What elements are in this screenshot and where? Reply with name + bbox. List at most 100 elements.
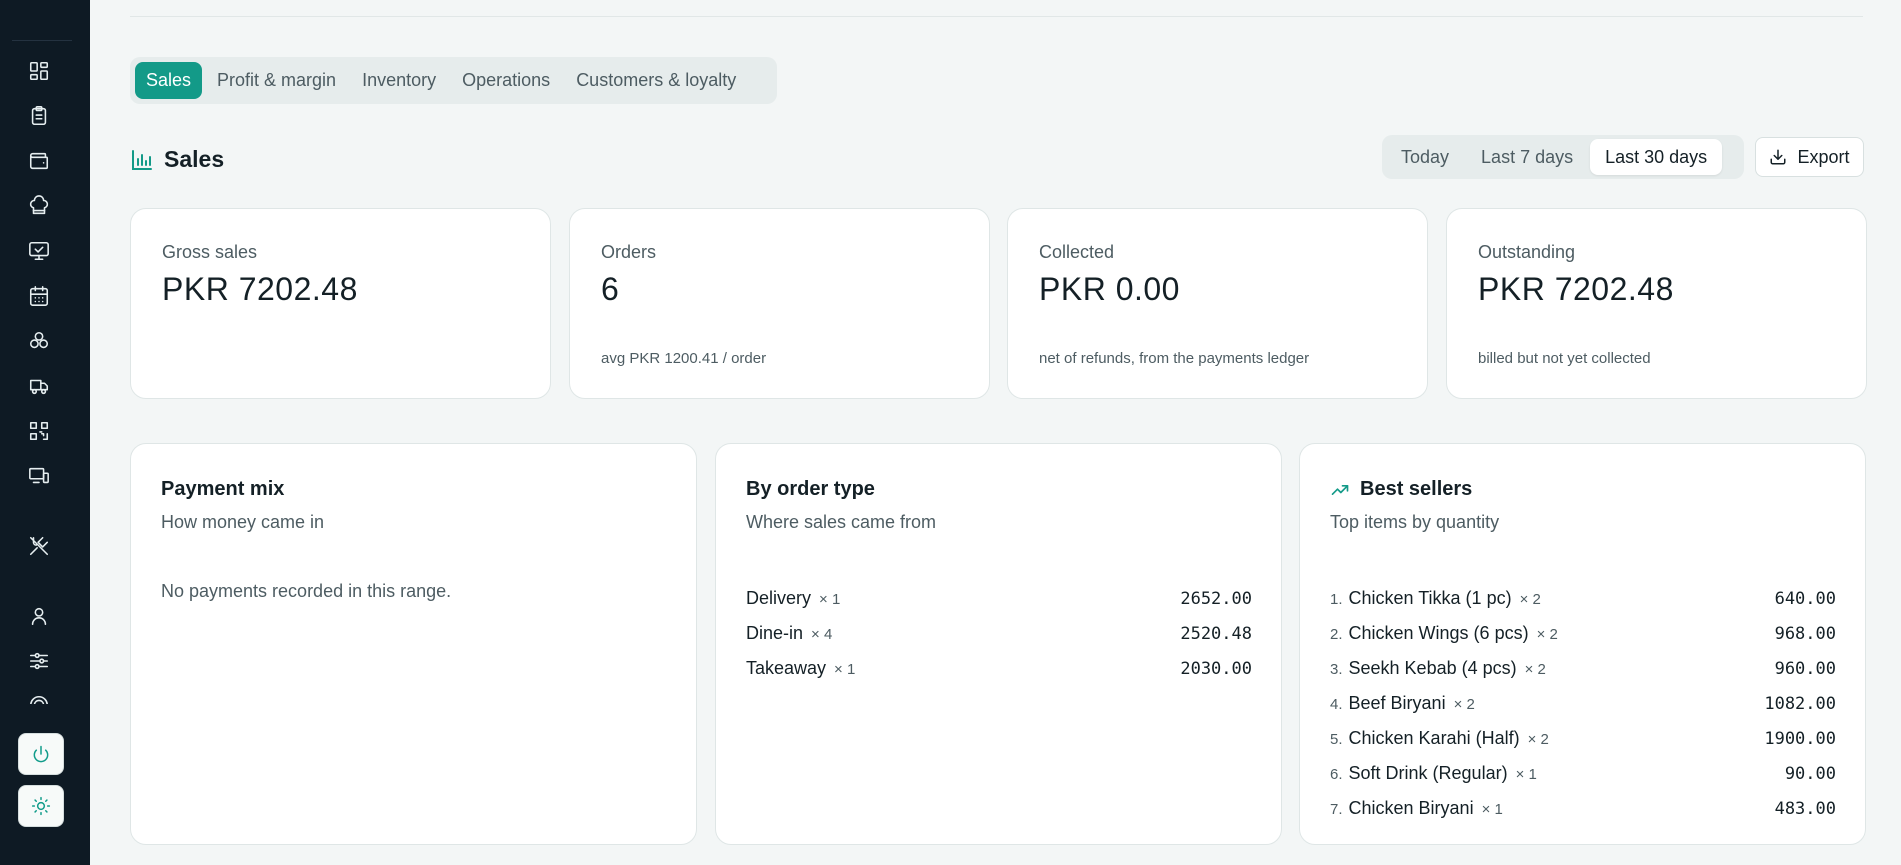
item-amount: 90.00 <box>1784 763 1836 784</box>
kpi-label: Orders <box>601 242 657 262</box>
item-name: Chicken Biryani <box>1348 798 1474 818</box>
item-qty: × 2 <box>1519 591 1541 608</box>
boxes-icon[interactable] <box>27 329 51 353</box>
truck-icon[interactable] <box>27 374 51 398</box>
tab-customers-loyalty[interactable]: Customers & loyalty <box>565 62 747 99</box>
item-qty: × 1 <box>834 661 856 678</box>
empty-state: No payments recorded in this range. <box>161 581 452 601</box>
kpi-sub: net of refunds, from the payments ledger <box>1039 350 1310 367</box>
item-name: Takeaway <box>746 658 827 678</box>
item-amount: 2030.00 <box>1180 658 1252 679</box>
panel-subtitle: How money came in <box>161 512 325 532</box>
panel-subtitle: Top items by quantity <box>1330 512 1500 532</box>
tab-operations[interactable]: Operations <box>451 62 561 99</box>
item-amount: 960.00 <box>1774 658 1836 679</box>
sidebar-divider <box>12 40 72 41</box>
devices-icon[interactable] <box>27 464 51 488</box>
kpi-card-outstanding: Outstanding PKR 7202.48 billed but not y… <box>1446 208 1867 399</box>
kpi-value: PKR 0.00 <box>1039 271 1180 307</box>
top-divider <box>130 16 1863 17</box>
utensils-icon[interactable] <box>27 534 51 558</box>
item-amount: 1082.00 <box>1764 693 1836 714</box>
clipboard-icon[interactable] <box>27 104 51 128</box>
item-rank: 3. <box>1330 661 1343 678</box>
list-item: 1. Chicken Tikka (1 pc) × 2 640.00 <box>1330 581 1836 616</box>
list-item: 5. Chicken Karahi (Half) × 2 1900.00 <box>1330 721 1836 756</box>
calendar-icon[interactable] <box>27 284 51 308</box>
bar-chart-icon <box>132 149 152 170</box>
kpi-card-gross-sales: Gross sales PKR 7202.48 <box>130 208 551 399</box>
item-qty: × 1 <box>819 591 841 608</box>
item-name: Dine-in <box>746 623 804 643</box>
dashboard-icon[interactable] <box>27 59 51 83</box>
kpi-card-orders: Orders 6 avg PKR 1200.41 / order <box>569 208 990 399</box>
list-item: 7. Chicken Biryani × 1 483.00 <box>1330 791 1836 826</box>
item-qty: × 4 <box>811 626 833 643</box>
item-amount: 2652.00 <box>1180 588 1252 609</box>
item-amount: 483.00 <box>1774 798 1836 819</box>
theme-toggle-button[interactable] <box>18 785 64 827</box>
item-name: Chicken Wings (6 pcs) <box>1348 623 1529 643</box>
panel-title: By order type <box>746 478 875 500</box>
item-rank: 7. <box>1330 801 1343 818</box>
rss-icon[interactable] <box>27 694 51 704</box>
item-qty: × 2 <box>1453 696 1475 713</box>
item-rank: 1. <box>1330 591 1343 608</box>
item-name: Chicken Tikka (1 pc) <box>1348 588 1512 608</box>
user-icon[interactable] <box>27 604 51 628</box>
tab-profit-margin[interactable]: Profit & margin <box>206 62 347 99</box>
item-qty: × 2 <box>1527 731 1549 748</box>
item-qty: × 1 <box>1515 766 1537 783</box>
kpi-label: Collected <box>1039 242 1115 262</box>
chef-hat-icon[interactable] <box>27 194 51 218</box>
export-button[interactable]: Export <box>1755 137 1864 177</box>
qr-code-icon[interactable] <box>27 419 51 443</box>
monitor-icon[interactable] <box>27 239 51 263</box>
item-name: Delivery <box>746 588 812 608</box>
best-sellers-list: 1. Chicken Tikka (1 pc) × 2 640.00 2. Chick… <box>1330 581 1836 826</box>
sidebar <box>0 0 90 865</box>
sliders-icon[interactable] <box>27 649 51 673</box>
power-icon <box>33 745 49 763</box>
item-amount: 968.00 <box>1774 623 1836 644</box>
payment-mix-panel: Payment mix How money came in No payment… <box>130 443 697 845</box>
item-amount: 640.00 <box>1774 588 1836 609</box>
item-name: Seekh Kebab (4 pcs) <box>1348 658 1517 678</box>
item-amount: 2520.48 <box>1180 623 1252 644</box>
item-amount: 1900.00 <box>1764 728 1836 749</box>
kpi-value: PKR 7202.48 <box>162 271 358 307</box>
range-last-30-days[interactable]: Last 30 days <box>1590 139 1723 175</box>
kpi-label: Outstanding <box>1478 242 1576 262</box>
kpi-value: PKR 7202.48 <box>1478 271 1674 307</box>
panel-title: Best sellers <box>1330 478 1472 501</box>
range-last-7-days[interactable]: Last 7 days <box>1466 139 1588 175</box>
item-rank: 6. <box>1330 766 1343 783</box>
best-sellers-panel: Best sellers Top items by quantity 1. Chi… <box>1299 443 1866 845</box>
trending-up-icon <box>1331 484 1349 495</box>
wallet-icon[interactable] <box>27 149 51 173</box>
item-name: Soft Drink (Regular) <box>1348 763 1508 783</box>
power-button[interactable] <box>18 733 64 775</box>
list-item: 4. Beef Biryani × 2 1082.00 <box>1330 686 1836 721</box>
kpi-card-collected: Collected PKR 0.00 net of refunds, from … <box>1007 208 1428 399</box>
item-name: Chicken Karahi (Half) <box>1348 728 1520 748</box>
kpi-label: Gross sales <box>162 242 258 262</box>
date-range-selector: Today Last 7 days Last 30 days <box>1382 135 1744 179</box>
item-rank: 5. <box>1330 731 1343 748</box>
list-item: 3. Seekh Kebab (4 pcs) × 2 960.00 <box>1330 651 1836 686</box>
list-item: Delivery × 1 2652.00 <box>746 581 1252 616</box>
range-today[interactable]: Today <box>1386 139 1464 175</box>
tab-sales[interactable]: Sales <box>135 62 203 99</box>
section-title: Sales <box>164 146 225 172</box>
item-qty: × 2 <box>1524 661 1546 678</box>
kpi-sub: avg PKR 1200.41 / order <box>601 350 767 367</box>
download-icon <box>1770 149 1786 165</box>
tab-inventory[interactable]: Inventory <box>351 62 447 99</box>
list-item: 2. Chicken Wings (6 pcs) × 2 968.00 <box>1330 616 1836 651</box>
panel-subtitle: Where sales came from <box>746 512 937 532</box>
list-item: Dine-in × 4 2520.48 <box>746 616 1252 651</box>
item-rank: 4. <box>1330 696 1343 713</box>
report-tabs: Sales Profit & margin Inventory Operatio… <box>130 57 777 104</box>
panel-title: Payment mix <box>161 478 285 500</box>
list-item: 6. Soft Drink (Regular) × 1 90.00 <box>1330 756 1836 791</box>
